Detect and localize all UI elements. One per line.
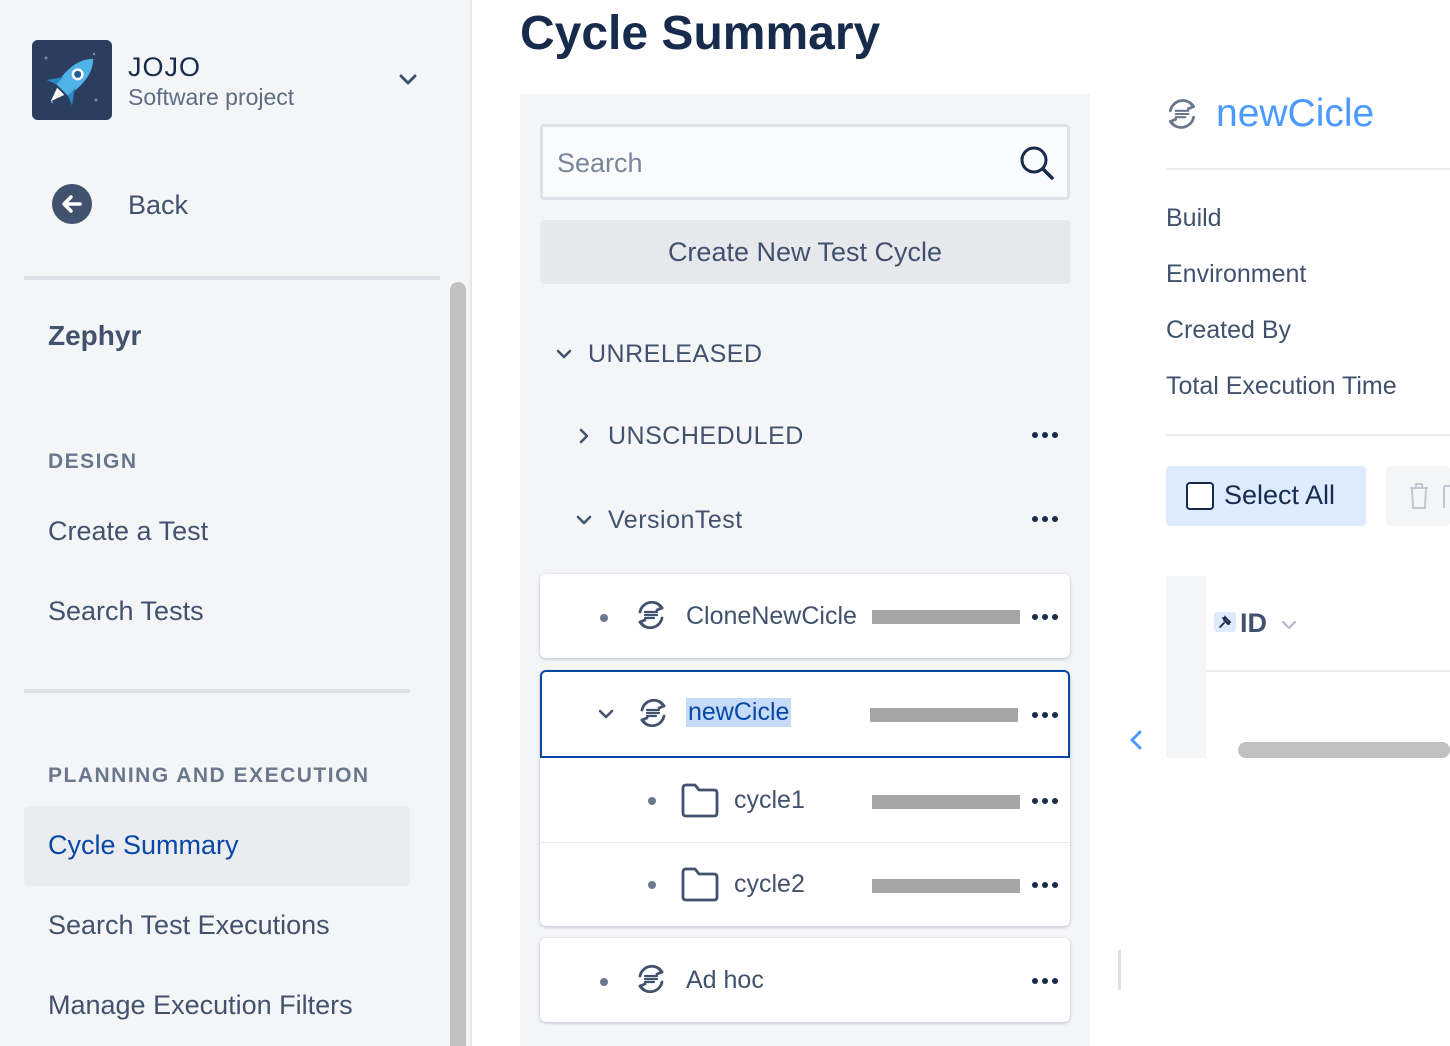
back-link[interactable]: Back [52,184,352,224]
more-icon[interactable] [1032,514,1062,524]
more-icon[interactable] [1032,612,1062,622]
detail-divider [1166,168,1450,170]
back-button[interactable] [52,184,92,224]
folder-label[interactable]: cycle2 [734,870,805,899]
cycle-icon [640,698,666,728]
version-unscheduled[interactable]: UNSCHEDULED [608,422,804,451]
panel-resize-handle[interactable] [1118,950,1121,990]
chevron-down-icon[interactable] [396,68,420,92]
row-divider [540,842,1070,843]
sidebar-divider [24,276,440,280]
back-label[interactable]: Back [128,190,188,221]
delete-button[interactable] [1386,466,1450,526]
nav-cycle-summary[interactable]: Cycle Summary [48,830,239,861]
more-icon[interactable] [1032,796,1062,806]
more-icon[interactable] [1032,880,1062,890]
app-title: Zephyr [48,320,142,351]
cycle-icon [638,964,664,994]
section-design: DESIGN [48,450,138,473]
cycle-label[interactable]: Ad hoc [686,966,764,995]
bullet [600,978,608,986]
project-header[interactable]: JOJO Software project [32,40,432,120]
progress-bar [872,610,1020,624]
chevron-left-icon[interactable] [1126,728,1146,752]
page-title: Cycle Summary [520,7,881,60]
table-divider [1206,670,1450,672]
chevron-down-icon[interactable] [574,510,594,530]
detail-divider [1166,434,1450,436]
sidebar-scrollbar[interactable] [450,282,466,1046]
progress-bar [872,879,1020,893]
folder-label[interactable]: cycle1 [734,786,805,815]
trash-icon [1410,483,1450,509]
search-field[interactable] [540,124,1070,200]
table-horizontal-scrollbar[interactable] [1238,742,1450,758]
cycle-icon [1168,99,1196,129]
project-avatar [32,40,112,120]
folder-icon [681,867,719,902]
create-test-cycle-button[interactable]: Create New Test Cycle [540,220,1070,284]
bullet [648,881,656,889]
more-icon[interactable] [1032,710,1062,720]
folder-icon [681,783,719,818]
chevron-down-icon[interactable] [1280,616,1298,634]
chevron-down-icon[interactable] [596,704,616,724]
column-label-id: ID [1240,608,1267,638]
checkbox-icon[interactable] [1186,482,1214,510]
nav-manage-execution-filters[interactable]: Manage Execution Filters [48,990,353,1021]
nav-create-test[interactable]: Create a Test [48,516,208,547]
project-type: Software project [128,84,295,110]
select-all-button[interactable]: Select All [1166,466,1366,526]
cycle-card-clonenewcicle[interactable]: CloneNewCicle [540,574,1070,658]
chevron-down-icon[interactable] [554,344,574,364]
more-icon[interactable] [1032,430,1062,440]
field-created-by: Created By [1166,316,1292,344]
arrow-left-icon [62,195,82,213]
cycle-label-selected[interactable]: newCicle [686,698,792,727]
project-name: JOJO [128,52,202,82]
progress-bar [872,795,1020,809]
section-planning: PLANNING AND EXECUTION [48,764,370,787]
bullet [600,614,608,622]
search-input[interactable] [557,143,997,183]
sidebar-divider [24,689,410,693]
cycle-card-adhoc[interactable]: Ad hoc [540,938,1070,1022]
field-build: Build [1166,204,1222,232]
release-group-unreleased[interactable]: UNRELEASED [588,340,763,369]
select-all-label: Select All [1224,480,1336,510]
cycle-icon [638,600,664,630]
progress-bar [870,708,1018,722]
field-total-execution-time: Total Execution Time [1166,372,1397,400]
table-select-column [1166,576,1206,758]
bullet [648,797,656,805]
field-environment: Environment [1166,260,1307,288]
sidebar: JOJO Software project Back Zephyr DESIGN… [0,0,472,1046]
nav-search-test-executions[interactable]: Search Test Executions [48,910,330,941]
cycle-label[interactable]: CloneNewCicle [686,602,857,631]
cycle-row-newcicle[interactable]: newCicle [540,670,1070,758]
chevron-right-icon[interactable] [574,426,594,446]
pin-icon[interactable] [1214,612,1236,632]
more-icon[interactable] [1032,976,1062,986]
search-icon[interactable] [1017,143,1057,183]
nav-search-tests[interactable]: Search Tests [48,596,204,627]
rocket-icon [32,40,112,120]
detail-title[interactable]: newCicle [1216,92,1374,136]
version-versiontest[interactable]: VersionTest [608,506,743,535]
